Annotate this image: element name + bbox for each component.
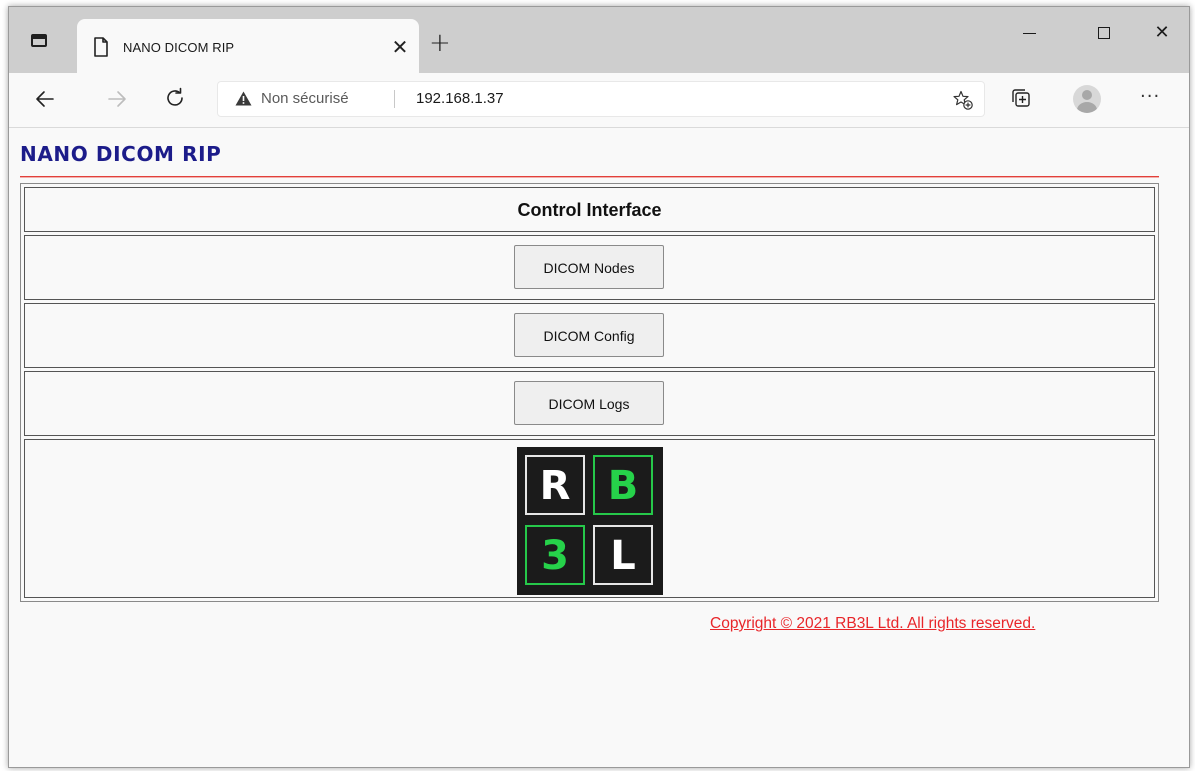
address-separator: [394, 90, 395, 108]
tab-actions-icon[interactable]: [31, 34, 47, 47]
control-panel-table: Control Interface DICOM Nodes DICOM Conf…: [20, 183, 1159, 602]
page-icon: [94, 37, 108, 57]
dicom-logs-button[interactable]: DICOM Logs: [514, 381, 664, 425]
minimize-button[interactable]: [1016, 21, 1046, 45]
more-menu-icon[interactable]: ···: [1140, 86, 1160, 107]
close-tab-icon[interactable]: ✕: [390, 37, 410, 57]
logo-letter-3: 3: [525, 525, 585, 585]
logo-letter-b: B: [593, 455, 653, 515]
tab-title: NANO DICOM RIP: [123, 40, 235, 55]
control-interface-header-cell: Control Interface: [24, 187, 1155, 232]
page-title: NANO DICOM RIP: [20, 142, 222, 166]
profile-icon[interactable]: [1073, 85, 1101, 113]
dicom-logs-cell: DICOM Logs: [24, 371, 1155, 436]
page-content: NANO DICOM RIP Control Interface DICOM N…: [9, 128, 1189, 767]
maximize-button[interactable]: [1089, 21, 1119, 45]
warning-icon[interactable]: [235, 91, 252, 106]
dicom-nodes-cell: DICOM Nodes: [24, 235, 1155, 300]
dicom-config-cell: DICOM Config: [24, 303, 1155, 368]
url-text[interactable]: 192.168.1.37: [416, 90, 504, 107]
logo-cell: R B 3 L: [24, 439, 1155, 598]
logo-letter-r: R: [525, 455, 585, 515]
title-divider: [20, 176, 1159, 177]
forward-arrow-icon[interactable]: [105, 87, 129, 111]
close-window-button[interactable]: ✕: [1147, 21, 1177, 45]
collections-icon[interactable]: [1011, 88, 1031, 108]
copyright-link[interactable]: Copyright © 2021 RB3L Ltd. All rights re…: [710, 615, 1035, 633]
browser-window: NANO DICOM RIP ✕ + ✕ Non sécurisé 192.16…: [8, 6, 1190, 768]
reload-icon[interactable]: [163, 86, 187, 110]
tab-strip: NANO DICOM RIP ✕ + ✕: [9, 7, 1189, 73]
logo-letter-l: L: [593, 525, 653, 585]
rb3l-logo: R B 3 L: [517, 447, 663, 595]
add-favorite-icon[interactable]: [953, 90, 973, 110]
dicom-nodes-button[interactable]: DICOM Nodes: [514, 245, 664, 289]
security-status-label[interactable]: Non sécurisé: [261, 90, 349, 107]
address-bar[interactable]: Non sécurisé 192.168.1.37: [217, 81, 985, 117]
new-tab-button[interactable]: +: [429, 30, 451, 56]
browser-toolbar: Non sécurisé 192.168.1.37 ···: [9, 73, 1189, 128]
tab-nano-dicom-rip[interactable]: NANO DICOM RIP ✕: [77, 19, 419, 73]
dicom-config-button[interactable]: DICOM Config: [514, 313, 664, 357]
control-interface-heading: Control Interface: [517, 200, 662, 220]
back-arrow-icon[interactable]: [33, 87, 57, 111]
